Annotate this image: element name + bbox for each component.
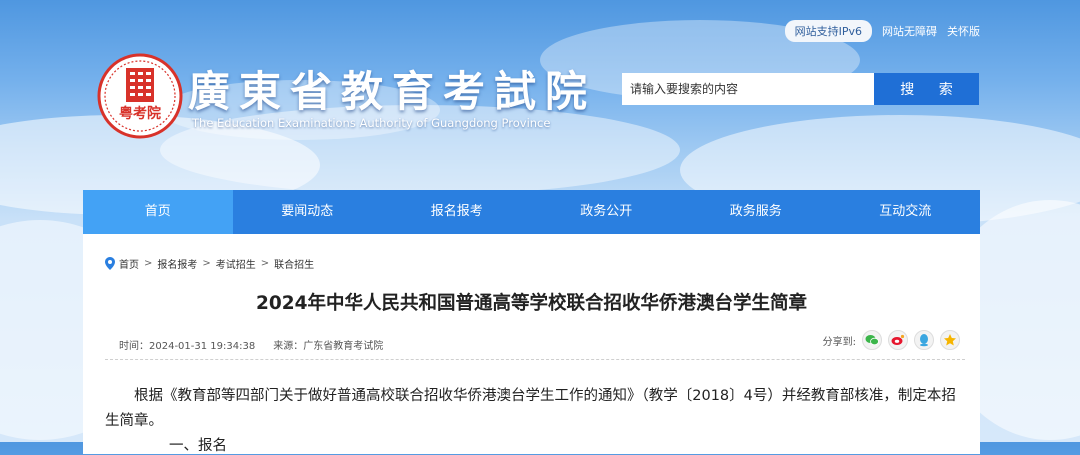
nav-item-registration[interactable]: 报名报考 bbox=[382, 190, 532, 234]
publish-time: 时间：2024-01-31 19:34:38 bbox=[119, 341, 256, 352]
breadcrumb-separator: > bbox=[144, 258, 153, 269]
breadcrumb-separator: > bbox=[260, 258, 270, 269]
nav-item-gov-service[interactable]: 政务服务 bbox=[681, 190, 831, 234]
breadcrumb-home[interactable]: 首页 bbox=[119, 256, 139, 271]
svg-text:粤考院: 粤考院 bbox=[119, 105, 161, 122]
wechat-icon[interactable] bbox=[862, 330, 882, 350]
article-paragraph: 根据《教育部等四部门关于做好普通高校联合招收华侨港澳台学生工作的通知》（教学〔2… bbox=[105, 388, 956, 429]
qzone-icon[interactable] bbox=[940, 330, 960, 350]
search-input[interactable] bbox=[622, 73, 874, 105]
breadcrumb-exams[interactable]: 考试招生 bbox=[216, 256, 256, 271]
care-mode-link[interactable]: 关怀版 bbox=[947, 23, 980, 39]
share-label: 分享到: bbox=[822, 336, 856, 348]
top-links: 网站支持IPv6 网站无障碍 关怀版 bbox=[784, 20, 980, 42]
nav-item-interaction[interactable]: 互动交流 bbox=[831, 190, 981, 234]
nav-item-gov-info[interactable]: 政务公开 bbox=[532, 190, 682, 234]
article-panel: 首页 > 报名报考 > 考试招生 > 联合招生 2024年中华人民共和国普通高等… bbox=[83, 234, 980, 454]
share-bar: 分享到: bbox=[823, 330, 960, 350]
site-logo-subtitle: The Education Examinations Authority of … bbox=[192, 116, 551, 130]
search-button[interactable]: 搜 索 bbox=[874, 73, 979, 105]
nav-item-home[interactable]: 首页 bbox=[83, 190, 233, 234]
main-nav: 首页 要闻动态 报名报考 政务公开 政务服务 互动交流 bbox=[83, 190, 980, 234]
location-pin-icon bbox=[105, 257, 115, 270]
breadcrumb-registration[interactable]: 报名报考 bbox=[157, 256, 197, 271]
site-logo-title[interactable]: 廣東省教育考試院 bbox=[188, 58, 596, 119]
accessibility-link[interactable]: 网站无障碍 bbox=[882, 23, 937, 39]
divider bbox=[105, 359, 965, 360]
article-title: 2024年中华人民共和国普通高等学校联合招收华侨港澳台学生简章 bbox=[256, 293, 807, 314]
breadcrumb-joint-admission[interactable]: 联合招生 bbox=[274, 256, 314, 271]
weibo-icon[interactable] bbox=[888, 330, 908, 350]
ipv6-badge[interactable]: 网站支持IPv6 bbox=[784, 20, 872, 42]
qq-icon[interactable] bbox=[914, 330, 934, 350]
article-source: 来源：广东省教育考试院 bbox=[273, 341, 384, 352]
breadcrumb: 首页 > 报名报考 > 考试招生 > 联合招生 bbox=[105, 256, 314, 271]
article-meta: 时间：2024-01-31 19:34:38 来源：广东省教育考试院 bbox=[119, 337, 383, 352]
article-next-line: 一、报名 bbox=[169, 438, 227, 454]
logo-seal-icon[interactable]: 粤考院 bbox=[96, 52, 184, 140]
breadcrumb-separator: > bbox=[202, 258, 211, 269]
nav-item-news[interactable]: 要闻动态 bbox=[233, 190, 383, 234]
